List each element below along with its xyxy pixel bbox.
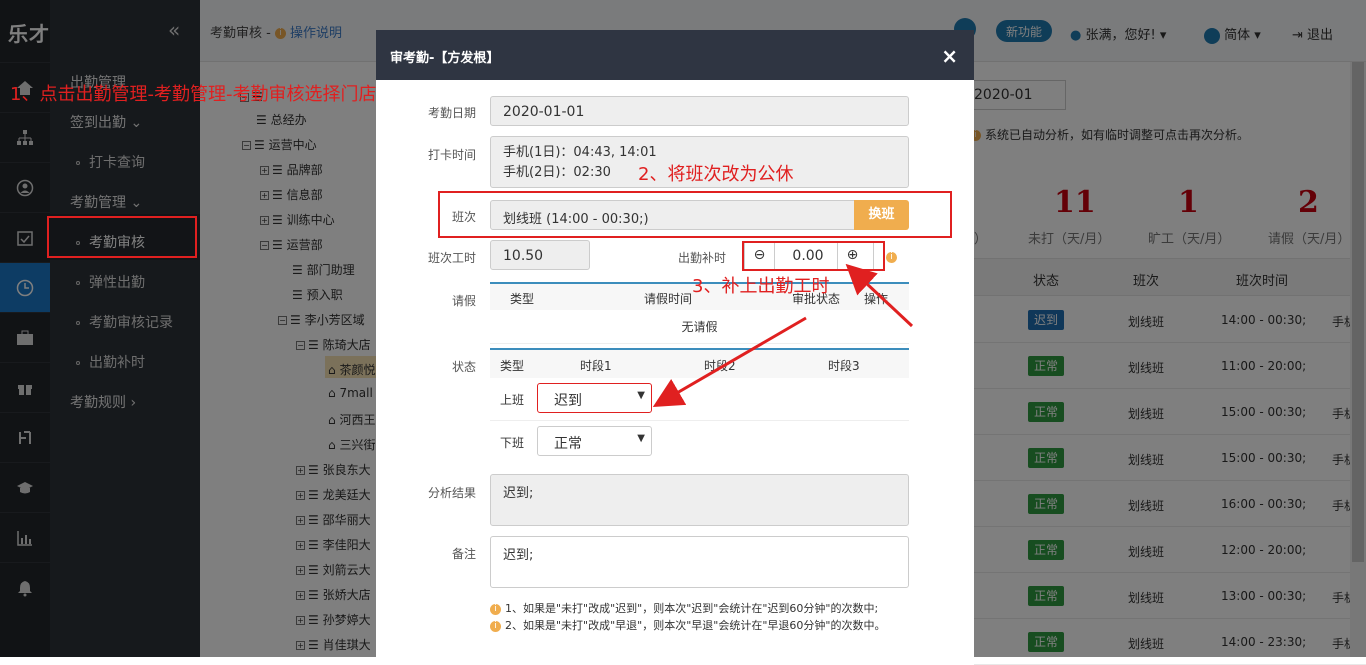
arrow-to-comp-time (845, 263, 914, 328)
arrow-to-status-select (652, 316, 807, 408)
annotation-arrows (652, 263, 914, 408)
